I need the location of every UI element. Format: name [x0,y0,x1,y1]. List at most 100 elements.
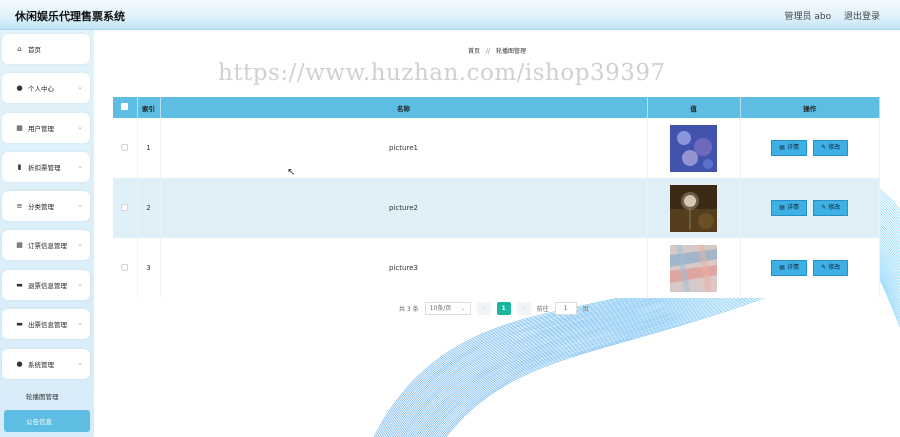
sidebar-item-refunds[interactable]: ▬ 退票信息管理 ⌄ [2,270,90,300]
sidebar-item-discount-tickets[interactable]: ▮ 折扣票管理 ⌄ [2,152,90,182]
sidebar-item-label: 退票信息管理 [28,282,67,290]
row-select-cell[interactable] [113,118,138,178]
goto-label: 前往 [536,306,549,313]
list-icon: ≡ [16,202,23,210]
mouse-cursor-icon: ↖ [287,167,296,178]
sidebar-item-issued-tickets[interactable]: ▬ 出票信息管理 ⌄ [2,309,90,339]
column-header-value: 值 [647,97,741,118]
chevron-down-icon: ⌄ [77,123,83,131]
blue-flower-image [670,124,717,172]
book-icon: ▮ [17,163,22,171]
page-size-value: 10条/页 [429,305,452,312]
sidebar-item-label: 首页 [28,46,41,54]
goto-page-input[interactable]: 1 [554,302,577,315]
sidebar-item-label: 个人中心 [28,85,54,93]
edit-label: 修改 [828,204,841,211]
row-image-cell [647,178,741,238]
row-index: 1 [137,118,161,178]
pagination: 共 3 条 10条/页 ⌄ ‹ 1 › 前往 1 页 [399,302,589,315]
pencil-icon: ✎ [821,144,827,151]
row-select-cell[interactable] [113,238,138,298]
detail-button[interactable]: ▤ 详情 [771,200,807,216]
sidebar-item-bookings[interactable]: ▦ 订票信息管理 ⌄ [2,230,90,260]
chevron-down-icon: ⌄ [77,359,83,367]
sidebar-subitem-announcements[interactable]: 公告信息 [4,410,90,432]
sidebar-item-label: 出票信息管理 [28,321,67,329]
detail-label: 详情 [786,144,799,151]
sidebar-item-label: 系统管理 [28,361,54,369]
pencil-icon: ✎ [821,264,827,271]
carousel-table: 索引 名称 值 操作 1 picture1 ▤ 详情 ✎ 修改 2 pictur… [113,97,880,298]
home-icon: ⌂ [17,45,22,53]
sidebar-item-users[interactable]: ▦ 用户管理 ⌄ [2,113,90,143]
table-row: 2 picture2 ▤ 详情 ✎ 修改 [113,178,880,238]
top-right-menu: 管理员 abo 退出登录 [775,9,881,22]
row-actions: ▤ 详情 ✎ 修改 [740,178,880,238]
sidebar-item-system[interactable]: ● 系统管理 ⌄ [2,349,90,379]
edit-label: 修改 [828,144,841,151]
edit-label: 修改 [828,264,841,271]
pagination-total: 共 3 条 [399,306,419,313]
edit-button[interactable]: ✎ 修改 [813,140,849,156]
sidebar-item-personal-center[interactable]: ● 个人中心 ⌄ [2,73,90,103]
table-header-row: 索引 名称 值 操作 [113,97,880,118]
select-all-checkbox[interactable] [121,103,129,110]
monitor-icon: ▬ [16,320,23,328]
prev-page-button[interactable]: ‹ [476,302,491,315]
row-image-cell [647,118,741,178]
column-header-index: 索引 [137,97,161,118]
monitor-icon: ▬ [16,281,23,289]
row-checkbox[interactable] [121,203,129,211]
sidebar-subitem-carousel[interactable]: 轮播图管理 [0,385,94,407]
table-row: 1 picture1 ▤ 详情 ✎ 修改 [113,118,880,178]
page-number-current[interactable]: 1 [496,302,511,315]
breadcrumb-separator: // [485,48,491,55]
row-index: 3 [137,238,161,298]
row-name: picture3 [160,238,648,298]
grid-icon: ▦ [16,241,23,249]
column-header-name: 名称 [160,97,648,118]
breadcrumb: 首页 // 轮播图管理 [94,46,900,55]
detail-label: 详情 [786,264,799,271]
edit-button[interactable]: ✎ 修改 [813,200,849,216]
select-all-cell[interactable] [113,97,138,118]
top-bar: 休闲娱乐代理售票系统 管理员 abo 退出登录 [0,0,900,30]
detail-label: 详情 [786,204,799,211]
row-checkbox[interactable] [121,263,129,271]
detail-button[interactable]: ▤ 详情 [771,140,807,156]
sidebar-item-categories[interactable]: ≡ 分类管理 ⌄ [2,191,90,221]
person-icon: ● [16,84,23,92]
sidebar-item-home[interactable]: ⌂ 首页 [2,34,90,64]
row-name: picture1 [160,118,648,178]
row-index: 2 [137,178,161,238]
chevron-down-icon: ⌄ [77,83,83,91]
sidebar-item-label: 折扣票管理 [28,164,61,172]
next-page-button[interactable]: › [516,302,531,315]
document-icon: ▤ [779,144,785,151]
document-icon: ▤ [779,264,785,271]
user-label[interactable]: 管理员 abo [785,12,832,22]
document-icon: ▤ [779,204,785,211]
chevron-down-icon: ⌄ [77,162,83,170]
chevron-down-icon: ⌄ [77,240,83,248]
page-size-select[interactable]: 10条/页 ⌄ [424,302,471,315]
detail-button[interactable]: ▤ 详情 [771,260,807,276]
chevron-down-icon: ⌄ [460,305,466,312]
app-title: 休闲娱乐代理售票系统 [15,10,125,23]
breadcrumb-current: 轮播图管理 [495,48,526,55]
breadcrumb-home[interactable]: 首页 [468,48,480,55]
row-select-cell[interactable] [113,178,138,238]
pastel-painting-image [670,244,717,292]
row-actions: ▤ 详情 ✎ 修改 [740,238,880,298]
edit-button[interactable]: ✎ 修改 [813,260,849,276]
logout-link[interactable]: 退出登录 [844,12,880,22]
sidebar-item-label: 订票信息管理 [28,242,67,250]
row-name: picture2 [160,178,648,238]
row-actions: ▤ 详情 ✎ 修改 [740,118,880,178]
pencil-icon: ✎ [821,204,827,211]
chevron-down-icon: ⌄ [77,201,83,209]
grid-icon: ▦ [16,124,23,132]
person-icon: ● [16,360,23,368]
row-checkbox[interactable] [121,143,129,151]
sidebar-item-label: 分类管理 [28,203,54,211]
